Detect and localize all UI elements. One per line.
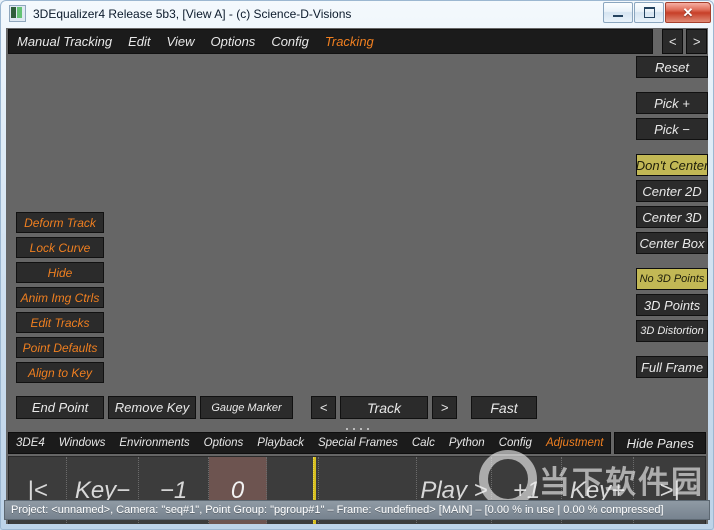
view-nav-buttons: < > <box>662 29 707 54</box>
botmenu-environments[interactable]: Environments <box>112 437 196 449</box>
point-defaults-button[interactable]: Point Defaults <box>16 337 104 358</box>
menu-config[interactable]: Config <box>263 34 317 49</box>
top-menu-bar: Manual Tracking Edit View Options Config… <box>8 29 653 54</box>
botmenu-python[interactable]: Python <box>442 437 492 449</box>
spacer <box>636 144 708 154</box>
view-prev-button[interactable]: < <box>662 29 683 54</box>
botmenu-config[interactable]: Config <box>492 437 539 449</box>
track-forward-button[interactable]: > <box>432 396 457 419</box>
drag-dot <box>367 428 369 430</box>
anim-img-ctrls-button[interactable]: Anim Img Ctrls <box>16 287 104 308</box>
hide-panes-button[interactable]: Hide Panes <box>614 432 706 454</box>
close-button[interactable]: ✕ <box>665 2 711 23</box>
botmenu-special-frames[interactable]: Special Frames <box>311 437 405 449</box>
track-button[interactable]: Track <box>340 396 428 419</box>
window-title: 3DEqualizer4 Release 5b3, [View A] - (c)… <box>33 7 351 21</box>
lock-curve-button[interactable]: Lock Curve <box>16 237 104 258</box>
full-frame-button[interactable]: Full Frame <box>636 356 708 378</box>
pick-add-button[interactable]: Pick + <box>636 92 708 114</box>
spacer <box>636 346 708 356</box>
drag-dot <box>360 428 362 430</box>
maximize-icon <box>644 7 655 18</box>
pick-remove-button[interactable]: Pick − <box>636 118 708 140</box>
drag-dot <box>353 428 355 430</box>
menu-options[interactable]: Options <box>203 34 264 49</box>
center-box-button[interactable]: Center Box <box>636 232 708 254</box>
deform-track-button[interactable]: Deform Track <box>16 212 104 233</box>
edit-tracks-button[interactable]: Edit Tracks <box>16 312 104 333</box>
track-backward-button[interactable]: < <box>311 396 336 419</box>
botmenu-calc[interactable]: Calc <box>405 437 442 449</box>
close-icon: ✕ <box>683 6 694 19</box>
3d-points-button[interactable]: 3D Points <box>636 294 708 316</box>
app-icon <box>9 5 26 22</box>
botmenu-3de4[interactable]: 3DE4 <box>9 437 52 449</box>
dont-center-button[interactable]: Don't Center <box>636 154 708 176</box>
application-window: 3DEqualizer4 Release 5b3, [View A] - (c)… <box>0 0 714 530</box>
action-button-row: End Point Remove Key Gauge Marker <box>16 396 297 419</box>
left-button-panel: Deform Track Lock Curve Hide Anim Img Ct… <box>16 212 104 387</box>
center-2d-button[interactable]: Center 2D <box>636 180 708 202</box>
minimize-button[interactable] <box>603 2 633 23</box>
menu-manual-tracking[interactable]: Manual Tracking <box>9 34 120 49</box>
align-to-key-button[interactable]: Align to Key <box>16 362 104 383</box>
window-controls: ✕ <box>602 2 711 23</box>
title-bar-left: 3DEqualizer4 Release 5b3, [View A] - (c)… <box>9 5 351 22</box>
botmenu-playback[interactable]: Playback <box>250 437 311 449</box>
menu-view[interactable]: View <box>159 34 203 49</box>
menu-edit[interactable]: Edit <box>120 34 158 49</box>
maximize-button[interactable] <box>634 2 664 23</box>
center-3d-button[interactable]: Center 3D <box>636 206 708 228</box>
reset-button[interactable]: Reset <box>636 56 708 78</box>
botmenu-adjustment[interactable]: Adjustment <box>539 437 611 449</box>
no-3d-points-button[interactable]: No 3D Points <box>636 268 708 290</box>
minimize-icon <box>613 15 623 17</box>
gauge-marker-button[interactable]: Gauge Marker <box>200 396 293 419</box>
3d-distortion-button[interactable]: 3D Distortion <box>636 320 708 342</box>
view-next-button[interactable]: > <box>686 29 707 54</box>
remove-key-button[interactable]: Remove Key <box>108 396 196 419</box>
menu-tracking[interactable]: Tracking <box>317 34 382 49</box>
bottom-menu-items: 3DE4 Windows Environments Options Playba… <box>8 432 611 454</box>
right-button-panel: Reset Pick + Pick − Don't Center Center … <box>636 56 708 382</box>
status-bar: Project: <unnamed>, Camera: "seq#1", Poi… <box>4 500 710 520</box>
hide-button[interactable]: Hide <box>16 262 104 283</box>
pane-drag-handle[interactable] <box>6 426 708 431</box>
drag-dot <box>346 428 348 430</box>
botmenu-options[interactable]: Options <box>197 437 251 449</box>
track-control-group: < Track > <box>311 396 457 419</box>
botmenu-windows[interactable]: Windows <box>52 437 113 449</box>
spacer <box>636 82 708 92</box>
bottom-menu-bar: 3DE4 Windows Environments Options Playba… <box>8 432 706 454</box>
spacer <box>636 258 708 268</box>
title-bar: 3DEqualizer4 Release 5b3, [View A] - (c)… <box>0 0 714 27</box>
fast-button[interactable]: Fast <box>471 396 537 419</box>
status-text: Project: <unnamed>, Camera: "seq#1", Poi… <box>11 504 664 516</box>
app-surface: Manual Tracking Edit View Options Config… <box>6 28 708 524</box>
end-point-button[interactable]: End Point <box>16 396 104 419</box>
